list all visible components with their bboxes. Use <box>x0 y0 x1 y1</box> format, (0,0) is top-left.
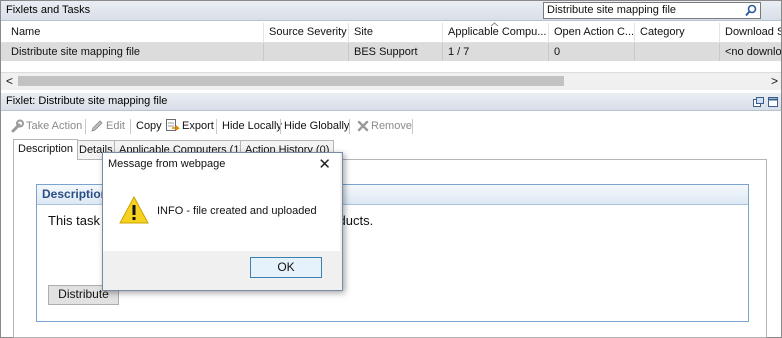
panel-title: Fixlets and Tasks <box>6 4 91 16</box>
undock-icon[interactable] <box>753 97 764 107</box>
edit-button[interactable]: Edit <box>106 118 125 134</box>
cell-open-action-count: 0 <box>549 43 635 61</box>
toolbar-separator <box>216 119 217 134</box>
tab-description[interactable]: Description <box>13 139 79 160</box>
toolbar-separator <box>280 119 281 134</box>
toolbar-separator <box>349 119 350 134</box>
column-header-open-action-count[interactable]: Open Action C... <box>549 23 635 42</box>
toolbar-separator <box>412 119 413 134</box>
pencil-icon <box>91 120 103 132</box>
message-dialog: Message from webpage ✕ INFO - file creat… <box>102 152 343 291</box>
export-icon <box>166 119 180 131</box>
toolbar-separator <box>130 119 131 134</box>
detail-panel-titlebar: Fixlet: Distribute site mapping file <box>1 93 781 111</box>
column-header-source-severity[interactable]: Source Severity <box>264 23 349 42</box>
dialog-titlebar: Message from webpage ✕ <box>103 153 340 175</box>
scrollbar-thumb[interactable] <box>18 76 564 86</box>
table-header: Name Source Severity Site Applicable Com… <box>1 22 781 43</box>
hide-locally-button[interactable]: Hide Locally <box>222 118 282 134</box>
maximize-icon[interactable] <box>768 97 778 107</box>
cell-name: Distribute site mapping file <box>6 43 264 61</box>
cell-download-size: <no downlo <box>725 46 781 58</box>
scroll-left-arrow[interactable]: < <box>6 74 13 88</box>
dialog-message: INFO - file created and uploaded <box>157 205 317 217</box>
toolbar-separator <box>85 119 86 134</box>
remove-button[interactable]: Remove <box>371 118 412 134</box>
cell-source-severity <box>264 43 349 61</box>
copy-button[interactable]: Copy <box>136 118 162 134</box>
description-text-start: This task <box>48 213 101 228</box>
cell-site: BES Support <box>349 43 443 61</box>
take-action-button[interactable]: Take Action <box>26 118 82 134</box>
column-header-category[interactable]: Category <box>635 23 720 42</box>
table-row[interactable]: Distribute site mapping file BES Support… <box>1 43 781 61</box>
column-header-site[interactable]: Site <box>349 23 443 42</box>
column-header-download-size[interactable]: Download S <box>720 23 781 42</box>
dialog-title: Message from webpage <box>108 158 226 170</box>
cell-applicable-computers: 1 / 7 <box>443 43 549 61</box>
search-icon[interactable] <box>744 4 758 17</box>
dialog-body: INFO - file created and uploaded <box>103 175 340 251</box>
cell-category <box>635 43 720 61</box>
hide-globally-button[interactable]: Hide Globally <box>284 118 349 134</box>
detail-panel-title: Fixlet: Distribute site mapping file <box>6 95 168 107</box>
ok-button[interactable]: OK <box>250 257 322 278</box>
remove-icon <box>357 120 369 132</box>
search-value: Distribute site mapping file <box>547 4 677 16</box>
warning-icon <box>119 196 149 224</box>
detail-toolbar: Take Action Edit Copy Export Hide Locall… <box>1 115 781 137</box>
wrench-icon <box>11 119 24 133</box>
search-input[interactable]: Distribute site mapping file <box>543 2 761 19</box>
dialog-close-icon[interactable]: ✕ <box>318 155 331 173</box>
column-header-name[interactable]: Name <box>6 23 264 42</box>
scroll-right-arrow[interactable]: > <box>771 74 778 88</box>
table-empty-area <box>1 61 781 71</box>
description-header-label: Description <box>42 187 109 201</box>
sort-indicator-icon <box>490 22 499 27</box>
export-button[interactable]: Export <box>182 118 214 134</box>
